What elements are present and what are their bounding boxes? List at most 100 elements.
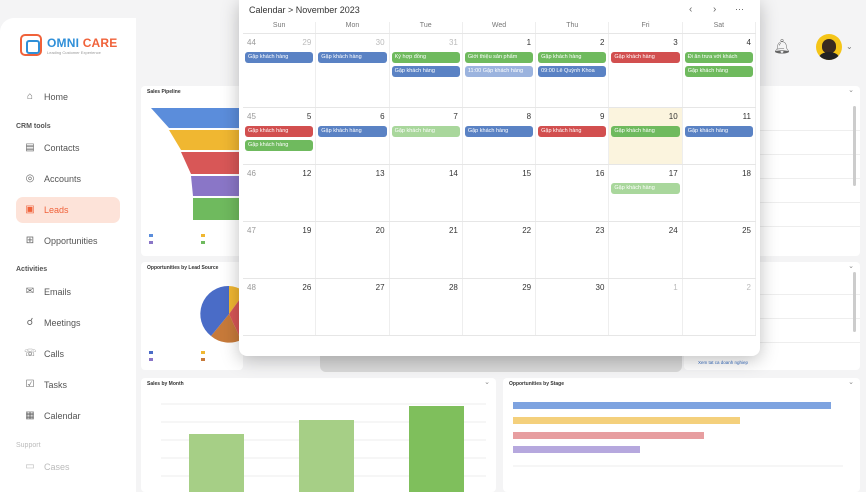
calendar-event[interactable]: Gặp khách hàng: [245, 52, 314, 63]
calendar-day-cell[interactable]: 11 Gặp khách hàng: [683, 108, 756, 164]
calendar-event[interactable]: Gặp khách hàng: [611, 126, 680, 137]
more-options-icon[interactable]: ⋯: [735, 4, 744, 15]
calendar-day-cell[interactable]: 22: [463, 222, 537, 278]
calendar-day-cell[interactable]: 9 Gặp khách hàng: [536, 108, 610, 164]
week-number: 47: [247, 226, 256, 235]
calendar-event[interactable]: Gặp khách hàng: [611, 52, 680, 63]
calendar-day-cell[interactable]: 16: [536, 165, 610, 221]
calendar-day-cell[interactable]: 24: [609, 222, 683, 278]
brand-logo[interactable]: OMNI CARE Leading Customer Experience: [20, 34, 118, 56]
calendar-day-cell[interactable]: 14: [390, 165, 463, 221]
calendar-day-cell[interactable]: 31 Ký hợp đồng Gặp khách hàng: [390, 34, 463, 107]
sidebar-item-cases[interactable]: ▭ Cases: [16, 454, 120, 480]
calendar-day-cell[interactable]: 25: [683, 222, 756, 278]
calendar-day-cell[interactable]: 21: [390, 222, 463, 278]
sidebar-item-contacts[interactable]: ▤ Contacts: [16, 135, 120, 161]
calendar-day-cell[interactable]: 20: [316, 222, 390, 278]
calendar-day-cell[interactable]: 46 12: [243, 165, 317, 221]
contacts-icon: ▤: [25, 142, 35, 153]
sidebar-item-label: Accounts: [44, 174, 82, 184]
calendar-event[interactable]: Gặp khách hàng: [318, 52, 387, 63]
weekday-label: Wed: [463, 22, 537, 33]
sidebar-item-label: Opportunities: [44, 236, 98, 246]
week-number: 48: [247, 283, 256, 292]
week-number: 46: [247, 169, 256, 178]
calendar-day-cell[interactable]: 17 Gặp khách hàng: [609, 165, 683, 221]
day-number: 2: [599, 38, 605, 47]
weekday-label: Sun: [243, 22, 317, 33]
prev-month-icon[interactable]: ‹: [689, 4, 692, 15]
calendar-event[interactable]: 09:00 Lê Quỳnh Khoa: [538, 66, 607, 77]
calendar-day-cell[interactable]: 29: [463, 279, 537, 335]
calendar-day-cell[interactable]: 27: [316, 279, 390, 335]
calendar-day-cell[interactable]: 2 Gặp khách hàng 09:00 Lê Quỳnh Khoa: [536, 34, 610, 107]
calendar-event[interactable]: Giới thiệu sản phẩm: [464, 52, 534, 63]
sidebar-item-calendar[interactable]: ▦ Calendar: [16, 403, 120, 429]
support-section-label: Support: [16, 442, 41, 449]
calendar-event[interactable]: Gặp khách hàng: [464, 126, 534, 137]
scrollbar[interactable]: [853, 272, 856, 332]
next-month-icon[interactable]: ›: [713, 4, 716, 15]
calendar-event[interactable]: Gặp khách hàng: [245, 126, 314, 137]
chevron-down-icon[interactable]: ⌄: [846, 42, 853, 51]
calendar-day-cell[interactable]: 1 Giới thiệu sản phẩm 11:00 Gặp khách hàng: [463, 34, 537, 107]
view-all-link[interactable]: Xem tat ca doanh nghiep: [698, 360, 748, 365]
sidebar-item-label: Meetings: [44, 318, 81, 328]
calendar-day-cell[interactable]: 30 Gặp khách hàng: [316, 34, 390, 107]
sidebar-item-tasks[interactable]: ☑ Tasks: [16, 372, 120, 398]
calendar-week-row: 45 5 Gặp khách hàng Gặp khách hàng 6 Gặp khác…: [243, 108, 756, 165]
calendar-day-cell[interactable]: 30: [536, 279, 610, 335]
calendar-event[interactable]: Đi ăn trưa với khách: [684, 52, 753, 63]
day-number: 1: [673, 283, 678, 292]
scrollbar[interactable]: [853, 106, 856, 186]
calendar-event[interactable]: Gặp khách hàng: [538, 52, 607, 63]
opportunities-by-stage-card: Opportunities by Stage ⌄: [503, 378, 860, 492]
calendar-day-cell[interactable]: 10 Gặp khách hàng: [609, 108, 683, 164]
day-number: 28: [448, 283, 458, 292]
calendar-day-cell[interactable]: 28: [390, 279, 463, 335]
sidebar-item-accounts[interactable]: ◎ Accounts: [16, 166, 120, 192]
calendar-day-cell[interactable]: 13: [316, 165, 390, 221]
sidebar-item-home[interactable]: ⌂ Home: [16, 84, 120, 110]
weekday-label: Fri: [609, 22, 683, 33]
funnel-stage: [191, 176, 241, 196]
calendar-event[interactable]: 11:00 Gặp khách hàng: [464, 66, 534, 77]
calendar-day-cell[interactable]: 18: [683, 165, 756, 221]
calendar-event[interactable]: Gặp khách hàng: [684, 66, 753, 77]
calendar-event[interactable]: Gặp khách hàng: [391, 66, 460, 77]
calendar-day-cell[interactable]: 44 29 Gặp khách hàng: [243, 34, 317, 107]
calendar-day-cell[interactable]: 4 Đi ăn trưa với khách Gặp khách hàng: [683, 34, 756, 107]
calendar-day-cell[interactable]: 48 26: [243, 279, 317, 335]
day-number: 23: [595, 226, 605, 235]
calendar-event[interactable]: Gặp khách hàng: [611, 183, 680, 194]
calendar-day-cell[interactable]: 8 Gặp khách hàng: [463, 108, 537, 164]
calendar-event[interactable]: Gặp khách hàng: [391, 126, 460, 137]
calendar-event[interactable]: Ký hợp đồng: [391, 52, 460, 63]
calendar-event[interactable]: Gặp khách hàng: [684, 126, 753, 137]
calendar-day-cell[interactable]: 15: [463, 165, 537, 221]
sidebar-item-opportunities[interactable]: ⊞ Opportunities: [16, 228, 120, 254]
day-number: 31: [448, 38, 458, 47]
calendar-day-cell[interactable]: 6 Gặp khách hàng: [316, 108, 390, 164]
calendar-event[interactable]: Gặp khách hàng: [538, 126, 607, 137]
week-number: 45: [247, 112, 256, 121]
calendar-day-cell[interactable]: 1: [609, 279, 683, 335]
avatar[interactable]: [816, 34, 842, 60]
calendar-day-cell[interactable]: 3 Gặp khách hàng: [609, 34, 683, 107]
calendar-day-cell[interactable]: 23: [536, 222, 610, 278]
funnel-stage: [181, 152, 241, 174]
calendar-day-cell[interactable]: 7 Gặp khách hàng: [390, 108, 463, 164]
more-icon[interactable]: ⌄: [848, 86, 854, 94]
day-number: 20: [375, 226, 385, 235]
calendar-day-cell[interactable]: 2: [683, 279, 756, 335]
sidebar-item-calls[interactable]: ☏ Calls: [16, 341, 120, 367]
sidebar-item-emails[interactable]: ✉ Emails: [16, 279, 120, 305]
calendar-day-cell[interactable]: 45 5 Gặp khách hàng Gặp khách hàng: [243, 108, 317, 164]
bell-icon[interactable]: 🔔︎: [773, 38, 791, 55]
calendar-event[interactable]: Gặp khách hàng: [318, 126, 387, 137]
calendar-event[interactable]: Gặp khách hàng: [245, 140, 314, 151]
sidebar-item-meetings[interactable]: ☌ Meetings: [16, 310, 120, 336]
sidebar-item-leads[interactable]: ▣ Leads: [16, 197, 120, 223]
calendar-day-cell[interactable]: 47 19: [243, 222, 317, 278]
more-icon[interactable]: ⌄: [848, 262, 854, 270]
